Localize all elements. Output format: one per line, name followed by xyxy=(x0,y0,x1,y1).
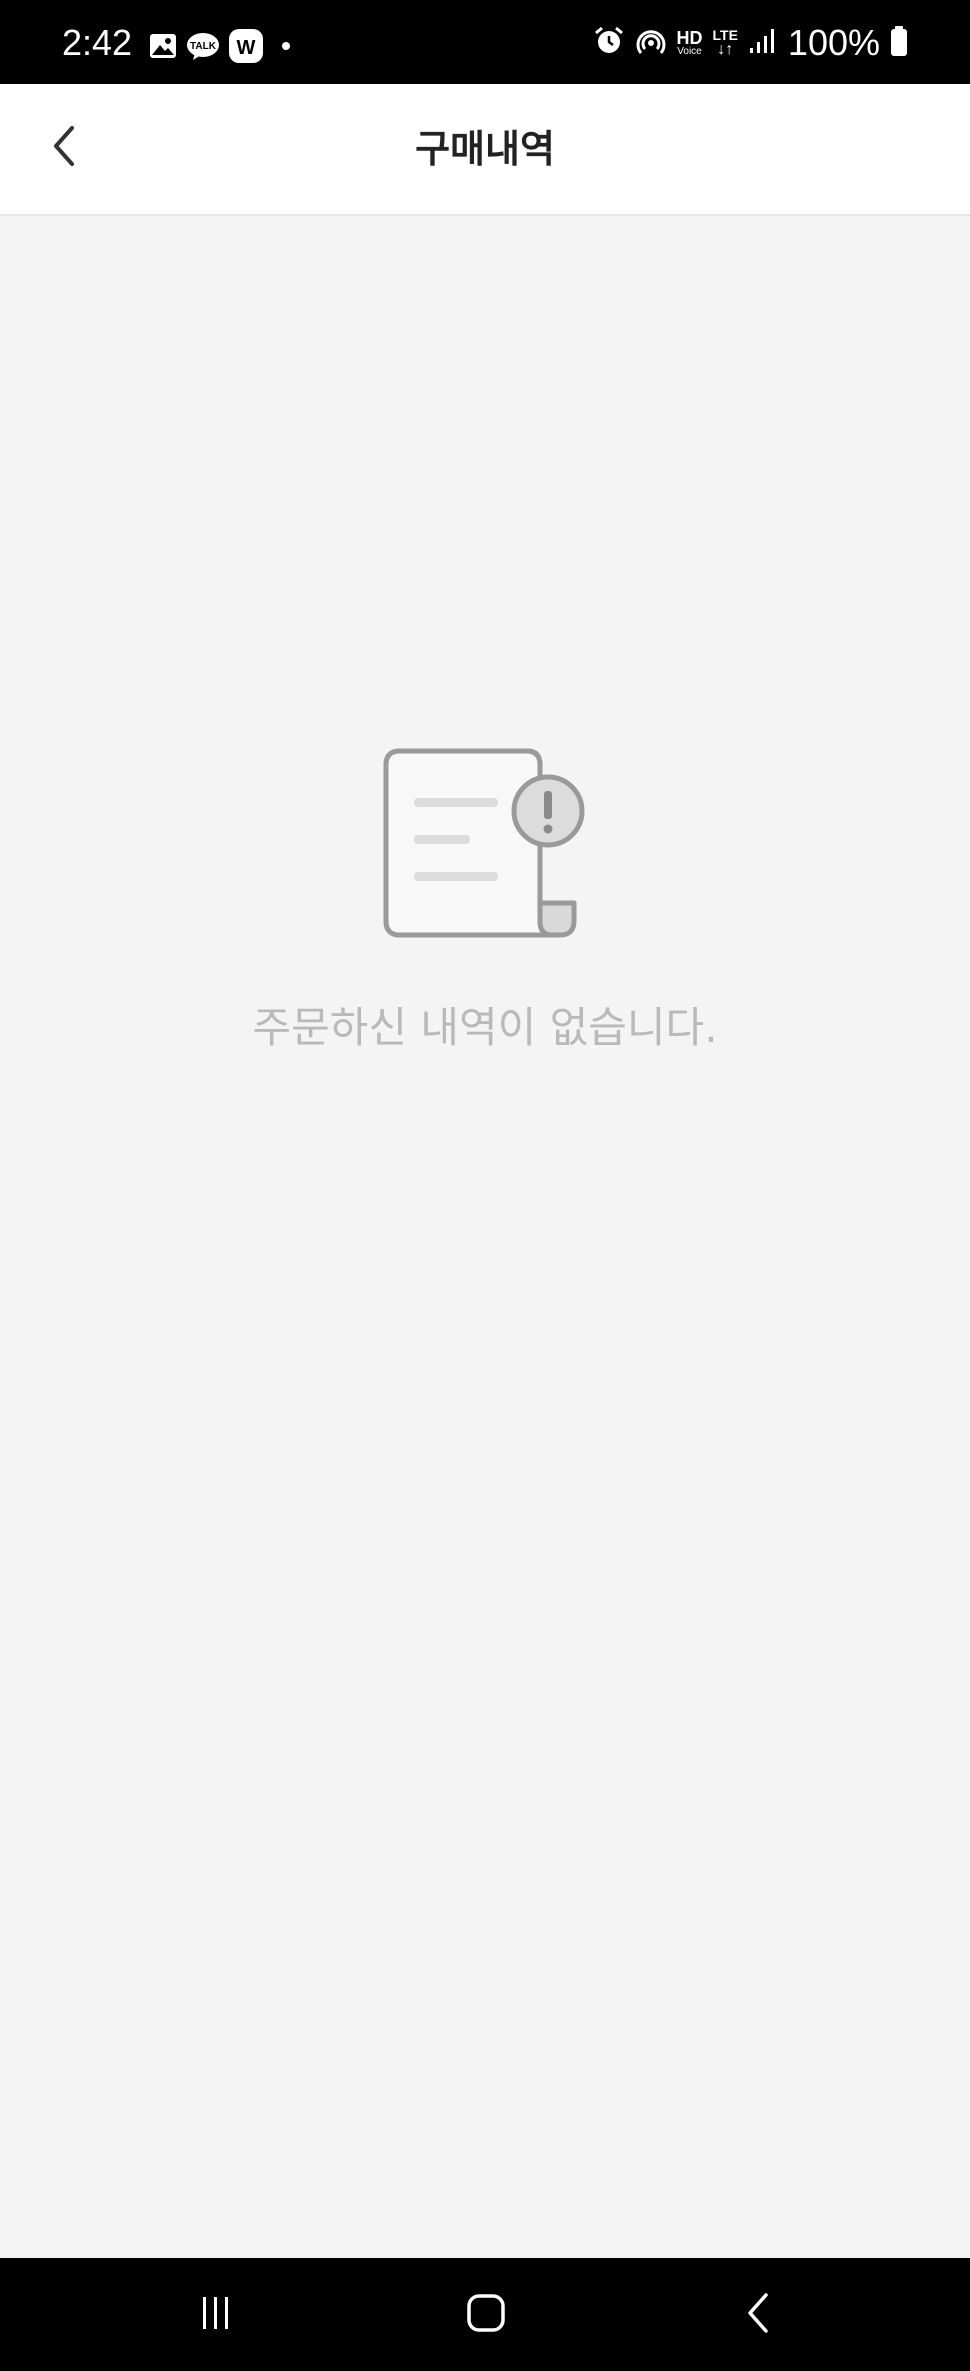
system-icons: HD Voice LTE ↓↑ 100% xyxy=(593,24,908,62)
page-title: 구매내역 xyxy=(415,127,555,171)
hotspot-icon xyxy=(635,25,667,61)
hd-voice-icon: HD Voice xyxy=(677,29,703,57)
talk-label: TALK xyxy=(190,41,217,52)
webtoon-icon: W xyxy=(228,28,264,68)
status-time: 2:42 xyxy=(62,22,133,63)
home-button[interactable] xyxy=(446,2280,526,2350)
recent-apps-icon xyxy=(196,2293,236,2337)
recent-apps-button[interactable] xyxy=(176,2280,256,2350)
nav-back-button[interactable] xyxy=(720,2280,800,2350)
document-alert-icon xyxy=(380,731,585,961)
app-header: 구매내역 xyxy=(0,84,970,216)
back-icon xyxy=(740,2291,780,2339)
battery-icon xyxy=(890,25,908,61)
navigation-bar xyxy=(0,2258,970,2371)
alarm-icon xyxy=(593,25,625,61)
hd-voice-label: HD xyxy=(676,28,703,48)
webtoon-label: W xyxy=(237,37,256,59)
gallery-icon xyxy=(148,31,178,65)
kakaotalk-icon: TALK xyxy=(186,31,220,65)
home-icon xyxy=(464,2291,508,2339)
signal-icon xyxy=(748,26,778,60)
lte-icon: LTE ↓↑ xyxy=(713,28,738,58)
lte-label: LTE xyxy=(712,27,738,43)
battery-percent: 100% xyxy=(787,22,880,63)
dot-icon xyxy=(272,31,296,65)
hd-voice-sub-label: Voice xyxy=(677,46,702,57)
notification-icons: TALK W xyxy=(148,28,296,68)
empty-message: 주문하신 내역이 없습니다. xyxy=(252,1003,718,1052)
data-arrows-icon: ↓↑ xyxy=(717,41,734,58)
status-bar: 2:42 TALK W HD Voice LTE ↓↑ 100% xyxy=(0,0,970,84)
